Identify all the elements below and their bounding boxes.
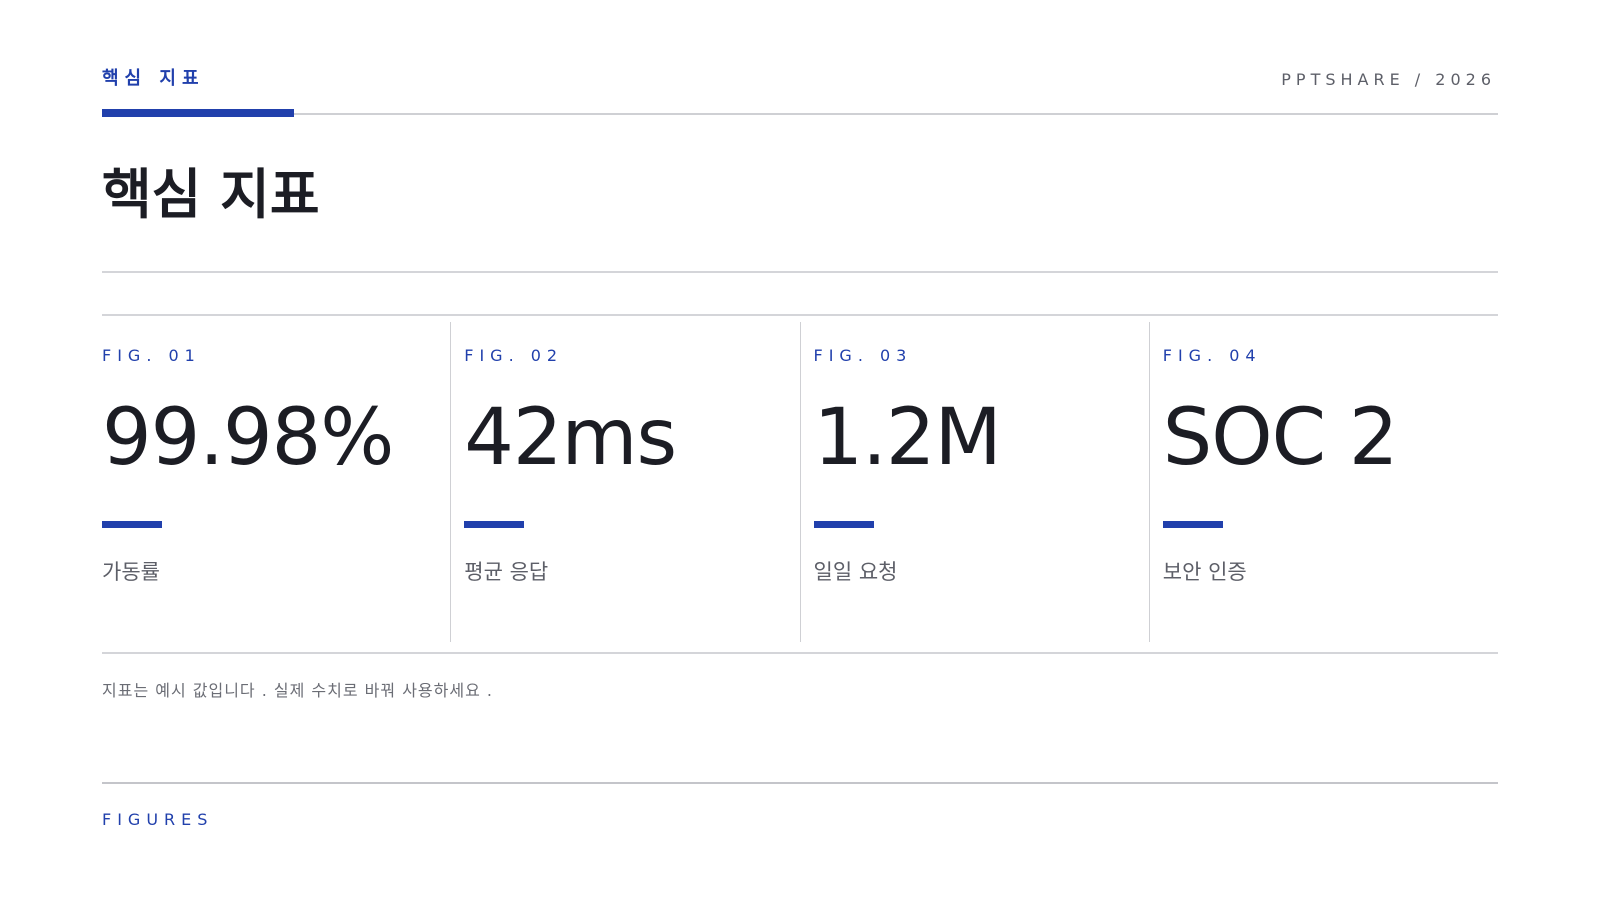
header-rule (102, 113, 1498, 115)
metrics-top-rule (102, 314, 1498, 316)
metric-card-4: FIG. 04 SOC 2 보안 인증 (1148, 322, 1498, 642)
metric-card-2: FIG. 02 42ms 평균 응답 (450, 322, 799, 642)
metric-fig-label: FIG. 03 (813, 346, 913, 365)
page-title: 핵심 지표 (102, 163, 320, 226)
metric-fig-label: FIG. 04 (1162, 346, 1262, 365)
metrics-grid: FIG. 01 99.98% 가동률 FIG. 02 42ms 평균 응답 FI… (102, 322, 1498, 642)
metric-label: 보안 인증 (1162, 560, 1247, 584)
slide: 핵심 지표 PPTSHARE / 2026 핵심 지표 FIG. 01 99.9… (0, 0, 1598, 900)
footer-label: FIGURES (102, 810, 214, 829)
title-divider (102, 271, 1498, 273)
metric-label: 평균 응답 (464, 560, 549, 584)
footnote: 지표는 예시 값입니다 . 실제 수치로 바꿔 사용하세요 . (102, 681, 493, 700)
brand-label: PPTSHARE / 2026 (1281, 70, 1496, 89)
metric-card-3: FIG. 03 1.2M 일일 요청 (799, 322, 1149, 642)
section-eyebrow: 핵심 지표 (102, 68, 205, 89)
metric-value: 1.2M (813, 393, 1002, 483)
metric-accent-bar (464, 521, 525, 528)
metric-value: 99.98% (102, 393, 394, 483)
metric-accent-bar (1162, 521, 1223, 528)
metric-value: 42ms (464, 393, 677, 483)
metric-label: 일일 요청 (813, 560, 898, 584)
metric-label: 가동률 (102, 560, 160, 584)
metric-accent-bar (102, 521, 162, 528)
metric-fig-label: FIG. 02 (464, 346, 564, 365)
metric-fig-label: FIG. 01 (102, 346, 201, 365)
metric-card-1: FIG. 01 99.98% 가동률 (102, 322, 450, 642)
metrics-bottom-rule (102, 652, 1498, 654)
metric-accent-bar (813, 521, 874, 528)
header-accent-bar (102, 109, 294, 117)
footer-rule (102, 782, 1498, 784)
metric-value: SOC 2 (1162, 393, 1399, 483)
